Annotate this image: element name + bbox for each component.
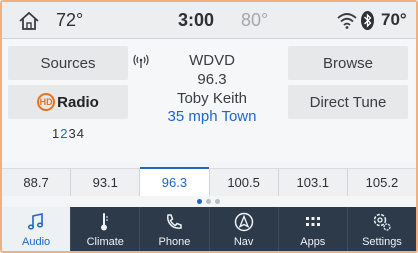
outside-temperature: 72°: [56, 10, 84, 30]
hd-badge: HD: [37, 93, 56, 111]
nav-audio[interactable]: Audio: [2, 207, 72, 251]
status-bar: 72° 3:00 80° 70°: [2, 2, 416, 39]
clock: 3:00: [178, 10, 215, 30]
frequency-preset[interactable]: 105.2: [347, 169, 417, 196]
phone-icon: [167, 214, 183, 229]
hd-radio-logo: HD Radio: [37, 93, 99, 111]
preset-page-before[interactable]: 1: [52, 126, 60, 141]
music-note-icon: [28, 213, 44, 230]
nav-navigation[interactable]: Nav: [210, 207, 279, 251]
audio-panel: Sources HD Radio 1234 WDVD 96.3 Toby Kei…: [2, 40, 416, 162]
page-indicator: [197, 199, 220, 204]
nav-settings-label: Settings: [362, 236, 402, 248]
frequency-preset[interactable]: 103.1: [278, 169, 348, 196]
sources-button[interactable]: Sources: [8, 46, 128, 80]
nav-phone-label: Phone: [158, 236, 191, 248]
frequency-preset[interactable]: 88.7: [2, 169, 72, 196]
page-dot: [215, 199, 220, 204]
preset-page-after[interactable]: 34: [68, 126, 84, 141]
nav-climate-label: Climate: [86, 236, 124, 248]
browse-button[interactable]: Browse: [288, 46, 408, 80]
nav-apps-label: Apps: [300, 236, 326, 248]
bluetooth-icon: [361, 11, 374, 30]
page-dot-active: [197, 199, 202, 204]
station-frequency: 96.3: [197, 71, 227, 88]
preset-pages[interactable]: 1234: [52, 126, 85, 141]
home-icon[interactable]: [18, 11, 40, 31]
navigation-arrow-icon: [234, 212, 253, 232]
thermometer-icon: [101, 213, 109, 231]
frequency-preset-active[interactable]: 96.3: [140, 167, 210, 196]
nav-phone[interactable]: Phone: [140, 207, 210, 251]
page-dot: [206, 199, 211, 204]
apps-grid-icon: [305, 217, 320, 226]
wifi-icon: [337, 13, 357, 29]
artist-name: Toby Keith: [176, 90, 248, 107]
nav-audio-label: Audio: [22, 236, 51, 248]
frequency-preset[interactable]: 93.1: [71, 169, 141, 196]
nav-climate[interactable]: Climate: [71, 207, 141, 251]
inside-temperature: 80°: [241, 10, 269, 30]
frequency-preset[interactable]: 100.5: [209, 169, 279, 196]
direct-tune-button[interactable]: Direct Tune: [288, 85, 408, 119]
station-call-sign: WDVD: [189, 52, 235, 69]
nav-apps[interactable]: Apps: [279, 207, 348, 251]
settings-gear-icon: [373, 213, 391, 231]
nav-settings[interactable]: Settings: [348, 207, 416, 251]
hd-radio-label: Radio: [57, 93, 99, 111]
frequency-presets: 88.7 93.1 96.3 100.5 103.1 105.2: [2, 167, 417, 196]
bottom-nav: Audio Climate Phone Nav Apps Settings: [2, 207, 416, 251]
hd-radio-button[interactable]: HD Radio: [8, 85, 128, 119]
passenger-temperature: 70°: [381, 10, 407, 29]
nav-nav-label: Nav: [233, 236, 254, 248]
song-title: 35 mph Town: [167, 108, 257, 125]
